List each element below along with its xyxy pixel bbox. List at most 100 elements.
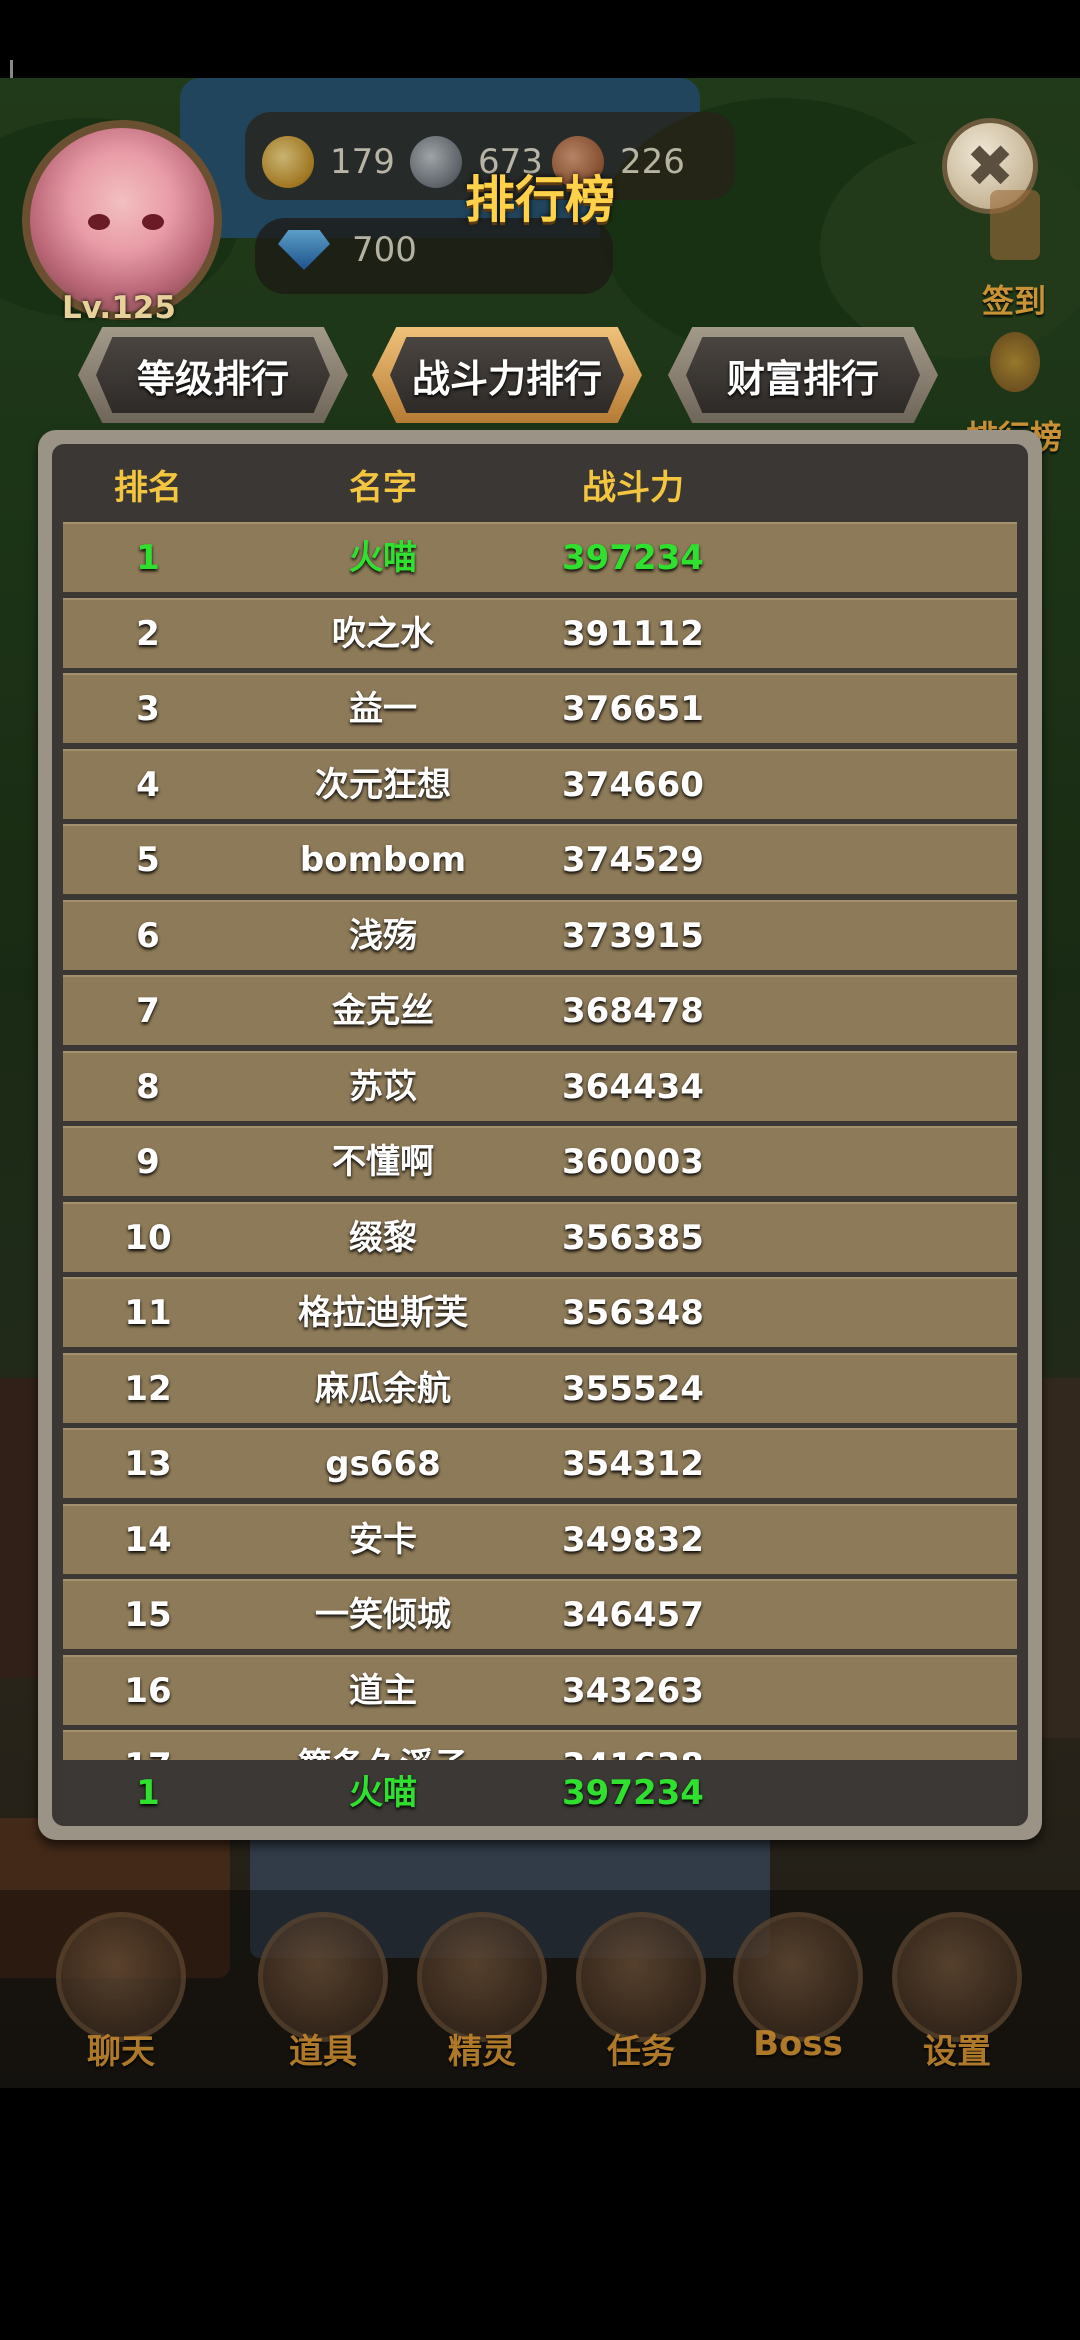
nav-quests[interactable]: 任务 (576, 1912, 706, 2082)
my-rank: 1 (136, 1773, 160, 1813)
bottom-blank (0, 2088, 1080, 2340)
table-row[interactable]: 13 gs668 354312 (63, 1428, 1017, 1498)
gold-counter: 179 (262, 136, 395, 188)
tab-label: 财富排行 (726, 356, 879, 401)
name-cell: bombom (299, 840, 467, 880)
table-row[interactable]: 8 苏苡 364434 (63, 1050, 1017, 1121)
nav-items[interactable]: 道具 (258, 1912, 388, 2082)
gold-amount: 179 (330, 142, 395, 182)
ranking-list[interactable]: 1 火喵 397234 2 吹之水 391112 3 益一 376651 4 次… (63, 522, 1017, 1762)
power-cell: 391112 (562, 613, 704, 654)
rank-cell: 12 (124, 1368, 172, 1409)
table-row[interactable]: 16 道主 343263 (63, 1654, 1017, 1725)
name-cell: 浅殇 (349, 915, 417, 956)
medal-icon[interactable] (990, 332, 1040, 392)
name-cell: 不懂啊 (332, 1142, 434, 1182)
power-cell: 368478 (562, 991, 704, 1031)
name-cell: 道主 (349, 1670, 417, 1711)
nav-settings[interactable]: 设置 (892, 1912, 1022, 2082)
rank-cell: 2 (136, 613, 160, 654)
tab-label: 战斗力排行 (411, 356, 602, 401)
rank-cell: 7 (136, 991, 160, 1031)
diamond-amount: 700 (352, 230, 417, 270)
name-cell: 次元狂想 (315, 764, 451, 805)
nav-pets[interactable]: 精灵 (417, 1912, 547, 2082)
page-title: 排行榜 (465, 171, 615, 229)
power-cell: 346457 (562, 1595, 704, 1635)
backpack-icon (258, 1912, 388, 2042)
header-rank: 排名 (114, 468, 182, 508)
rank-cell: 10 (124, 1217, 172, 1258)
table-row[interactable]: 17 篱条久溪子 341638 (63, 1730, 1017, 1762)
table-row[interactable]: 15 一笑倾城 346457 (63, 1579, 1017, 1649)
rank-cell: 8 (136, 1066, 160, 1107)
power-cell: 376651 (562, 689, 704, 729)
rank-cell: 5 (136, 840, 160, 880)
nav-label: 道具 (289, 2032, 357, 2072)
power-cell: 364434 (562, 1066, 704, 1107)
my-name: 火喵 (349, 1773, 417, 1813)
calendar-icon[interactable] (990, 190, 1040, 260)
power-cell: 354312 (562, 1444, 704, 1484)
power-cell: 355524 (562, 1368, 704, 1409)
table-row[interactable]: 1 火喵 397234 (63, 522, 1017, 592)
nav-boss[interactable]: Boss (733, 1912, 863, 2082)
tab-level-ranking[interactable]: 等级排行 (78, 327, 348, 423)
table-row[interactable]: 14 安卡 349832 (63, 1503, 1017, 1574)
diamond-icon (278, 230, 330, 270)
status-bar (0, 0, 1080, 150)
my-rank-row: 1 火喵 397234 (63, 1760, 1017, 1826)
rank-cell: 13 (124, 1444, 172, 1484)
rank-cell: 3 (136, 689, 160, 729)
signin-label[interactable]: 签到 (982, 276, 1046, 322)
rank-cell: 15 (124, 1595, 172, 1635)
book-icon (576, 1912, 706, 2042)
name-cell: 一笑倾城 (315, 1595, 451, 1635)
name-cell: 苏苡 (349, 1066, 417, 1107)
power-cell: 374529 (562, 840, 704, 880)
tab-wealth-ranking[interactable]: 财富排行 (668, 327, 938, 423)
name-cell: 火喵 (349, 538, 417, 578)
rank-cell: 17 (63, 1732, 233, 1762)
nav-label: 任务 (607, 2032, 675, 2072)
tab-label: 等级排行 (136, 356, 289, 401)
name-cell: 格拉迪斯芙 (298, 1293, 468, 1333)
header-power: 战斗力 (582, 468, 684, 508)
table-row[interactable]: 6 浅殇 373915 (63, 899, 1017, 970)
power-cell: 349832 (562, 1519, 704, 1560)
table-row[interactable]: 12 麻瓜余航 355524 (63, 1352, 1017, 1423)
table-row[interactable]: 7 金克丝 368478 (63, 975, 1017, 1045)
tab-power-ranking[interactable]: 战斗力排行 (372, 327, 642, 423)
diamond-counter: 700 (278, 230, 417, 270)
power-cell: 356348 (562, 1293, 704, 1333)
name-cell: 金克丝 (332, 991, 434, 1031)
nav-label: 设置 (923, 2032, 991, 2072)
power-cell: 374660 (562, 764, 704, 805)
table-row[interactable]: 2 吹之水 391112 (63, 597, 1017, 668)
table-row[interactable]: 11 格拉迪斯芙 356348 (63, 1277, 1017, 1347)
table-row[interactable]: 5 bombom 374529 (63, 824, 1017, 894)
name-cell: 益一 (349, 689, 417, 729)
power-cell: 360003 (562, 1142, 704, 1182)
rank-cell: 4 (136, 764, 160, 805)
rank-cell: 11 (124, 1293, 172, 1333)
power-cell: 343263 (562, 1670, 704, 1711)
rank-cell: 16 (124, 1670, 172, 1711)
gear-icon (892, 1912, 1022, 2042)
power-cell: 397234 (562, 538, 704, 578)
power-cell: 373915 (562, 915, 704, 956)
nav-chat[interactable]: 聊天 (56, 1912, 186, 2082)
table-row[interactable]: 4 次元狂想 374660 (63, 748, 1017, 819)
name-cell: 篱条久溪子 (233, 1732, 533, 1762)
my-power: 397234 (562, 1773, 704, 1813)
table-row[interactable]: 9 不懂啊 360003 (63, 1126, 1017, 1196)
nav-label: 聊天 (87, 2032, 155, 2072)
table-row[interactable]: 10 缀黎 356385 (63, 1201, 1017, 1272)
player-level: Lv.125 (62, 290, 176, 326)
name-cell: 缀黎 (349, 1217, 417, 1258)
table-row[interactable]: 3 益一 376651 (63, 673, 1017, 743)
name-cell: gs668 (325, 1444, 441, 1484)
name-cell: 吹之水 (332, 613, 434, 654)
cat-icon (417, 1912, 547, 2042)
power-cell: 356385 (562, 1217, 704, 1258)
